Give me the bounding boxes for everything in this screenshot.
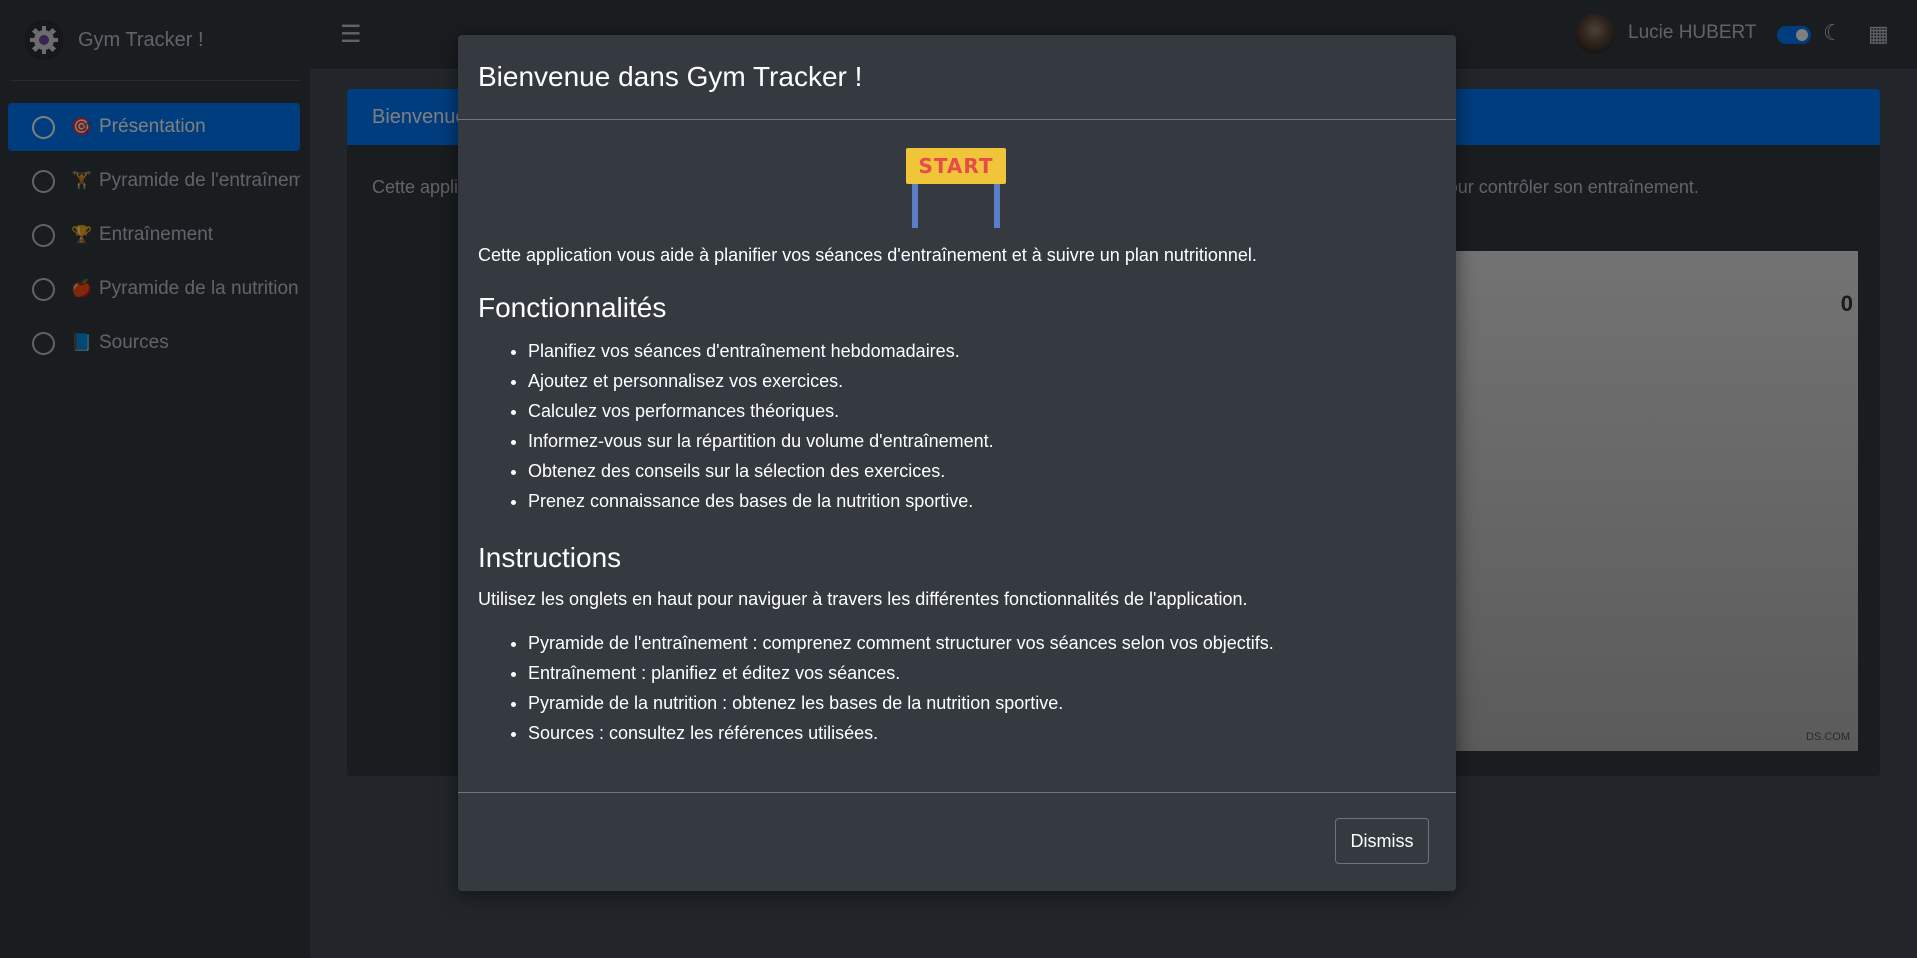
list-item: Entraînement : planifiez et éditez vos s… [528,658,1436,688]
start-sign-board: START [906,148,1006,184]
dismiss-button[interactable]: Dismiss [1335,818,1429,864]
sign-pole [912,184,918,228]
modal-body: START Cette application vous aide à plan… [458,148,1456,748]
instructions-list: Pyramide de l'entraînement : comprenez c… [478,628,1436,748]
intro-text: Cette application vous aide à planifier … [478,245,1257,265]
welcome-modal: Bienvenue dans Gym Tracker ! START Cette… [458,35,1456,891]
sign-pole [994,184,1000,228]
list-item: Pyramide de l'entraînement : comprenez c… [528,628,1436,658]
list-item: Calculez vos performances théoriques. [528,396,1436,426]
features-heading: Fonctionnalités [478,292,667,323]
features-list: Planifiez vos séances d'entraînement heb… [478,336,1436,516]
instructions-text: Utilisez les onglets en haut pour navigu… [478,589,1248,609]
list-item: Prenez connaissance des bases de la nutr… [528,486,1436,516]
instructions-heading: Instructions [478,542,622,573]
modal-title: Bienvenue dans Gym Tracker ! [478,61,863,92]
list-item: Pyramide de la nutrition : obtenez les b… [528,688,1436,718]
modal-header: Bienvenue dans Gym Tracker ! [458,35,1456,120]
list-item: Ajoutez et personnalisez vos exercices. [528,366,1436,396]
list-item: Obtenez des conseils sur la sélection de… [528,456,1436,486]
list-item: Sources : consultez les références utili… [528,718,1436,748]
list-item: Informez-vous sur la répartition du volu… [528,426,1436,456]
modal-footer: Dismiss [458,792,1456,892]
start-sign-icon: START [902,148,1012,230]
list-item: Planifiez vos séances d'entraînement heb… [528,336,1436,366]
